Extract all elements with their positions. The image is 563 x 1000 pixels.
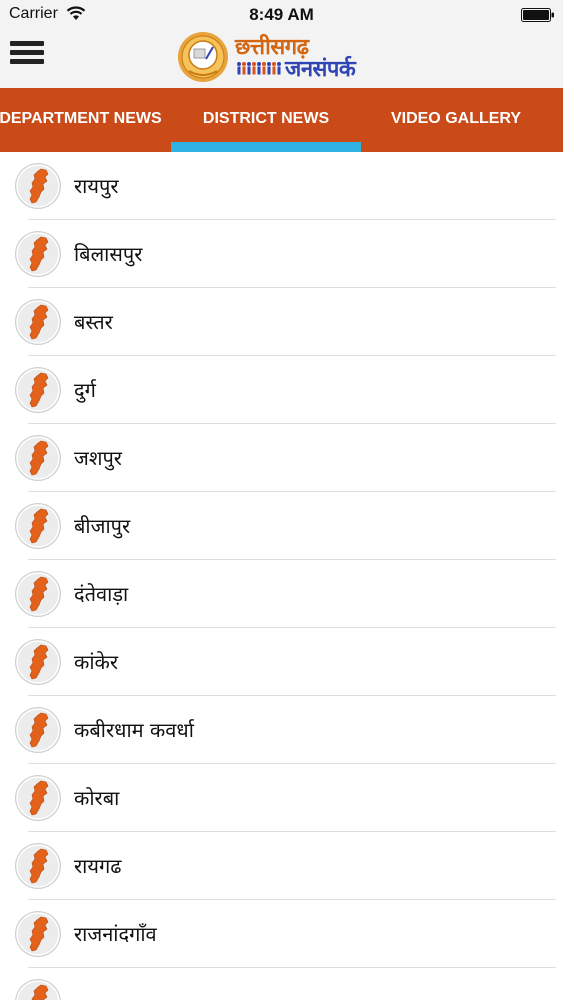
chhattisgarh-map-icon [15,435,61,481]
chhattisgarh-map-icon [15,639,61,685]
status-time: 8:49 AM [249,5,314,24]
tab-video-gallery[interactable]: VIDEO GALLERY [361,88,551,152]
chhattisgarh-map-icon [15,979,61,1000]
chhattisgarh-map-icon [15,707,61,753]
chhattisgarh-map-icon [15,775,61,821]
tab-department-news[interactable]: DEPARTMENT NEWS [0,88,173,152]
district-list-item[interactable]: कबीरधाम कवर्धा [0,696,563,764]
chhattisgarh-map-icon [15,911,61,957]
people-icon [237,62,281,75]
district-list-item[interactable]: कोरबा [0,764,563,832]
district-list-item[interactable]: रायगढ [0,832,563,900]
district-name: कोरबा [74,786,120,810]
status-bar: Carrier 8:49 AM [0,0,563,30]
district-name: रायपुर [74,174,119,198]
district-name: बीजापुर [74,514,131,538]
district-list[interactable]: रायपुर बिलासपुर बस्तर दुर्ग जशपुर बीजापु… [0,152,563,1000]
government-emblem-icon [178,32,228,82]
logo-subtitle: जनसंपर्क [285,57,356,82]
district-name: कांकेर [74,650,119,674]
district-list-item[interactable]: बस्तर [0,288,563,356]
chhattisgarh-map-icon [15,503,61,549]
chhattisgarh-map-icon [15,163,61,209]
district-list-item[interactable]: बिलासपुर [0,220,563,288]
district-list-item[interactable]: दंतेवाड़ा [0,560,563,628]
district-list-item[interactable]: रायपुर [0,152,563,220]
chhattisgarh-map-icon [15,299,61,345]
hamburger-icon-bar [10,50,44,55]
chhattisgarh-map-icon [15,843,61,889]
district-list-item[interactable]: जशपुर [0,424,563,492]
district-name: जशपुर [74,446,122,470]
district-name: दंतेवाड़ा [74,582,129,606]
menu-button[interactable] [8,38,46,74]
district-list-item[interactable]: कांकेर [0,628,563,696]
active-tab-indicator [171,142,361,152]
chhattisgarh-map-icon [15,231,61,277]
district-list-item[interactable]: दुर्ग [0,356,563,424]
hamburger-icon-bar [10,41,44,46]
district-list-item[interactable]: राजनांदगाँव [0,900,563,968]
app-header: छत्तीसगढ़ जनसंपर्क [0,30,563,88]
district-name: दुर्ग [74,378,96,402]
district-name: राजनांदगाँव [74,922,157,946]
app-logo: छत्तीसगढ़ जनसंपर्क [177,31,387,87]
district-name: बिलासपुर [74,242,143,266]
district-name: रायगढ [74,854,122,878]
district-name: कबीरधाम कवर्धा [74,718,194,742]
chhattisgarh-map-icon [15,571,61,617]
battery-icon [521,8,554,22]
district-list-item[interactable] [0,968,563,1000]
chhattisgarh-map-icon [15,367,61,413]
district-name: बस्तर [74,310,113,334]
district-list-item[interactable]: बीजापुर [0,492,563,560]
hamburger-icon-bar [10,59,44,64]
